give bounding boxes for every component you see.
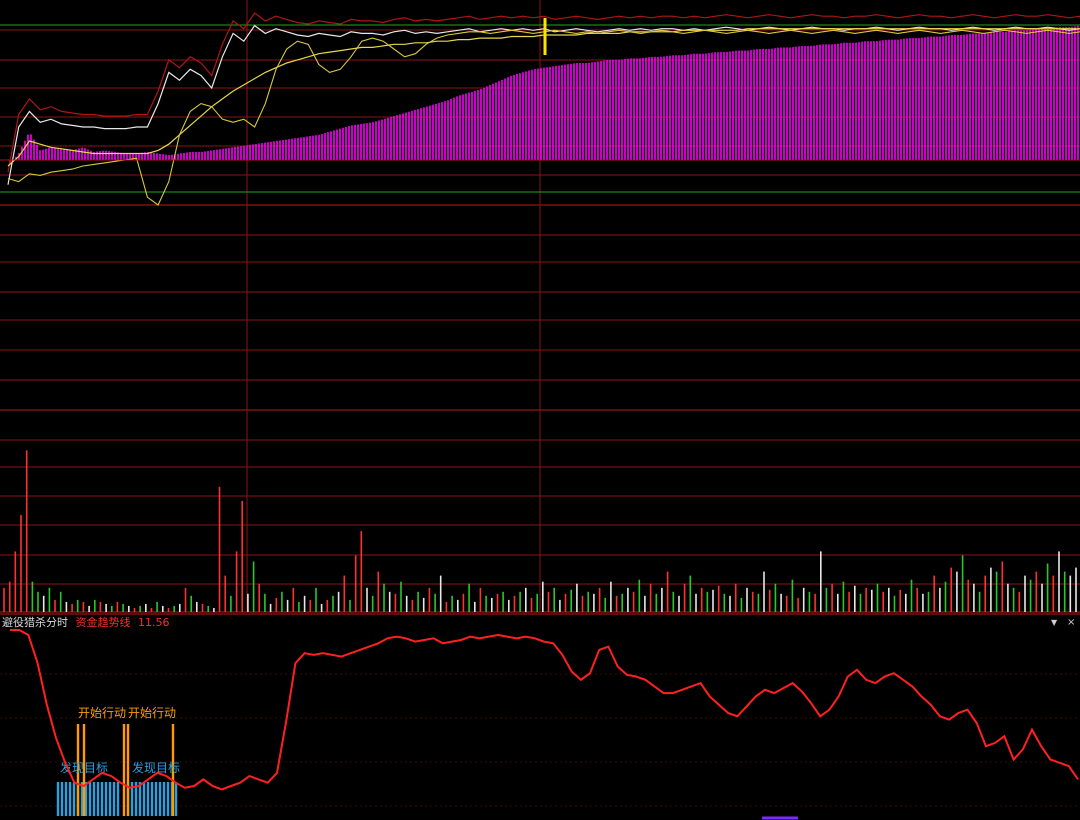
close-icon[interactable]: × xyxy=(1067,616,1075,630)
indicator-header: 避役猎杀分时 资金趋势线 11.56 xyxy=(2,615,170,631)
start-action-label: 开始行动 xyxy=(78,706,126,720)
triangle-down-icon[interactable]: ▼ xyxy=(1051,616,1057,630)
chart-canvas[interactable]: 开始行动 开始行动发现目标 发现目标 xyxy=(0,0,1080,820)
start-action-label: 开始行动 xyxy=(128,706,176,720)
intraday-chart-window: 开始行动 开始行动 发现目标 发现目标 避役猎杀分时 资金趋势线 11.56 ▼ × xyxy=(0,0,1080,820)
indicator-value: 11.56 xyxy=(138,616,170,629)
indicator-series-name[interactable]: 资金趋势线 xyxy=(76,616,131,629)
indicator-name: 避役猎杀分时 xyxy=(2,616,68,629)
